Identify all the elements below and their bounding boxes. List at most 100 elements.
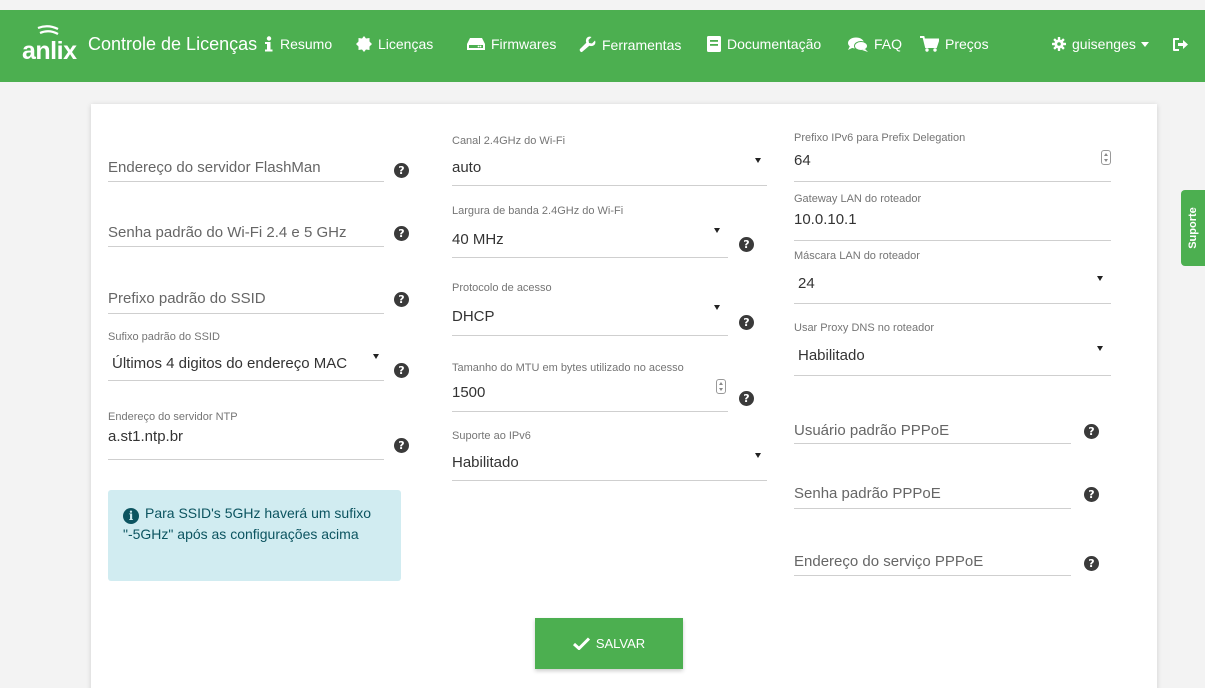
flashman-server-input[interactable]: Endereço do servidor FlashMan [108, 159, 321, 176]
dropdown-arrow-icon[interactable] [755, 158, 761, 163]
pppoe-user-input[interactable]: Usuário padrão PPPoE [794, 422, 949, 439]
number-spinner[interactable] [1101, 150, 1111, 165]
help-icon[interactable]: ? [394, 438, 409, 453]
field-underline [108, 246, 384, 247]
nav-resumo[interactable]: Resumo [264, 36, 332, 52]
pppoe-service-input[interactable]: Endereço do serviço PPPoE [794, 553, 983, 570]
browser-top-strip [0, 0, 1205, 10]
pppoe-password-input[interactable]: Senha padrão PPPoE [794, 485, 941, 502]
field-underline [452, 335, 728, 336]
nav-label: Resumo [280, 36, 333, 52]
ntp-server-field[interactable]: Endereço do servidor NTP a.st1.ntp.br ? [108, 411, 438, 461]
field-underline [452, 480, 767, 481]
lan-gateway-label: Gateway LAN do roteador [794, 193, 922, 205]
ipv6-prefix-input[interactable]: 64 [794, 152, 811, 169]
help-icon[interactable]: ? [739, 315, 754, 330]
ssid-suffix-label: Sufixo padrão do SSID [108, 331, 220, 343]
ssid-suffix-field[interactable]: Sufixo padrão do SSID Últimos 4 digitos … [108, 331, 438, 381]
help-icon[interactable]: ? [1084, 487, 1099, 502]
wifi-bandwidth-field[interactable]: Largura de banda 2.4GHz do Wi-Fi 40 MHz … [452, 205, 772, 260]
certificate-icon [356, 36, 372, 52]
help-icon[interactable]: ? [739, 391, 754, 406]
ipv6-support-label: Suporte ao IPv6 [452, 430, 531, 442]
dropdown-arrow-icon[interactable] [755, 453, 761, 458]
info-circle-icon: i [123, 508, 139, 524]
brand-title[interactable]: Controle de Licenças [88, 34, 257, 55]
ssid-suffix-select[interactable]: Últimos 4 digitos do endereço MAC [112, 355, 347, 372]
info-icon [265, 36, 273, 52]
dns-proxy-select[interactable]: Habilitado [798, 347, 865, 364]
dropdown-arrow-icon[interactable] [1097, 346, 1103, 351]
ntp-server-input[interactable]: a.st1.ntp.br [108, 428, 183, 445]
help-icon[interactable]: ? [394, 292, 409, 307]
mtu-field[interactable]: Tamanho do MTU em bytes utilizado no ace… [452, 362, 772, 412]
mtu-label: Tamanho do MTU em bytes utilizado no ace… [452, 362, 684, 374]
cart-icon [920, 36, 939, 52]
access-protocol-field[interactable]: Protocolo de acesso DHCP ? [452, 282, 772, 337]
lan-gateway-field[interactable]: Gateway LAN do roteador 10.0.10.1 [794, 193, 1114, 241]
gear-icon [1052, 37, 1066, 51]
help-icon[interactable]: ? [394, 363, 409, 378]
pppoe-user-field[interactable]: Usuário padrão PPPoE ? [794, 415, 1114, 445]
pppoe-password-field[interactable]: Senha padrão PPPoE ? [794, 478, 1114, 510]
lan-gateway-input[interactable]: 10.0.10.1 [794, 211, 857, 228]
field-underline [108, 380, 384, 381]
dropdown-arrow-icon[interactable] [373, 354, 379, 359]
nav-precos[interactable]: Preços [920, 36, 989, 52]
field-underline [108, 459, 384, 460]
dns-proxy-label: Usar Proxy DNS no roteador [794, 322, 934, 334]
nav-label: Firmwares [491, 36, 557, 52]
field-underline [794, 375, 1111, 376]
ipv6-support-select[interactable]: Habilitado [452, 454, 519, 471]
field-underline [108, 313, 384, 314]
ipv6-support-field[interactable]: Suporte ao IPv6 Habilitado [452, 430, 772, 482]
nav-label: FAQ [874, 36, 903, 52]
wifi-password-field[interactable]: Senha padrão do Wi-Fi 2.4 e 5 GHz ? [108, 217, 438, 247]
save-button[interactable]: SALVAR [535, 618, 683, 669]
sign-out-icon[interactable] [1173, 38, 1188, 51]
field-underline [452, 185, 767, 186]
help-icon[interactable]: ? [1084, 556, 1099, 571]
wifi-bandwidth-select[interactable]: 40 MHz [452, 231, 504, 248]
help-icon[interactable]: ? [394, 226, 409, 241]
info-alert: i Para SSID's 5GHz haverá um sufixo "-5GH… [108, 490, 401, 581]
field-underline [794, 575, 1071, 576]
access-protocol-select[interactable]: DHCP [452, 308, 495, 325]
nav-documentacao[interactable]: Documentação [707, 36, 821, 52]
wifi-password-input[interactable]: Senha padrão do Wi-Fi 2.4 e 5 GHz [108, 224, 346, 241]
field-underline [794, 240, 1111, 241]
ipv6-prefix-field[interactable]: Prefixo IPv6 para Prefix Delegation 64 [794, 132, 1114, 182]
lan-mask-field[interactable]: Máscara LAN do roteador 24 [794, 250, 1114, 304]
nav-firmwares[interactable]: Firmwares [467, 36, 556, 52]
user-menu[interactable]: guisenges [1052, 36, 1149, 52]
nav-label: Preços [945, 36, 989, 52]
ssid-prefix-field[interactable]: Prefixo padrão do SSID ? [108, 283, 438, 314]
support-tab[interactable]: Suporte [1181, 190, 1205, 266]
nav-licencas[interactable]: Licenças [356, 36, 433, 52]
lan-mask-select[interactable]: 24 [798, 275, 815, 292]
wifi-channel-select[interactable]: auto [452, 159, 481, 176]
wifi-bandwidth-label: Largura de banda 2.4GHz do Wi-Fi [452, 205, 624, 217]
number-spinner[interactable] [716, 379, 726, 394]
help-icon[interactable]: ? [394, 163, 409, 178]
field-underline [108, 181, 384, 182]
logo-text: anlix [22, 37, 77, 65]
anlix-logo[interactable]: anlix [22, 23, 78, 69]
dns-proxy-field[interactable]: Usar Proxy DNS no roteador Habilitado [794, 322, 1114, 376]
settings-card: Endereço do servidor FlashMan ? Senha pa… [91, 104, 1157, 688]
dropdown-arrow-icon[interactable] [1097, 276, 1103, 281]
nav-faq[interactable]: FAQ [848, 36, 902, 52]
help-icon[interactable]: ? [739, 237, 754, 252]
nav-ferramentas[interactable]: Ferramentas [579, 36, 681, 53]
help-icon[interactable]: ? [1084, 424, 1099, 439]
wrench-icon [579, 36, 596, 53]
pppoe-service-field[interactable]: Endereço do serviço PPPoE ? [794, 546, 1114, 578]
chevron-down-icon [1140, 41, 1149, 47]
ssid-prefix-input[interactable]: Prefixo padrão do SSID [108, 290, 266, 307]
dropdown-arrow-icon[interactable] [714, 228, 720, 233]
wifi-channel-field[interactable]: Canal 2.4GHz do Wi-Fi auto [452, 135, 772, 187]
flashman-server-field[interactable]: Endereço do servidor FlashMan ? [108, 152, 438, 182]
ipv6-prefix-label: Prefixo IPv6 para Prefix Delegation [794, 132, 966, 144]
dropdown-arrow-icon[interactable] [714, 305, 720, 310]
mtu-input[interactable]: 1500 [452, 384, 485, 401]
